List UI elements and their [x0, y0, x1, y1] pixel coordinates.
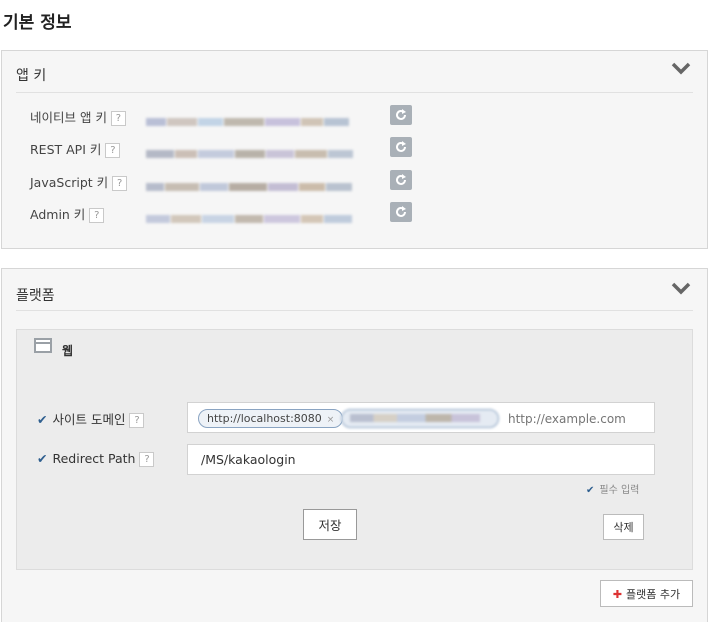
key-label: Admin 키? [30, 204, 105, 223]
native-app-key-row: 네이티브 앱 키? [30, 105, 430, 126]
check-icon: ✔ [37, 451, 48, 466]
site-domain-input[interactable]: http://localhost:8080 × [187, 402, 655, 433]
help-icon[interactable]: ? [110, 111, 126, 126]
domain-tag-text: http://localhost:8080 [207, 412, 322, 425]
key-label: REST API 키? [30, 139, 121, 158]
refresh-icon [396, 206, 406, 217]
redacted-key-value [146, 111, 358, 126]
web-platform-label: 웹 [62, 344, 74, 358]
required-note: ✔ 필수 입력 [586, 481, 639, 496]
refresh-icon [396, 109, 406, 120]
save-button[interactable]: 저장 [303, 509, 357, 540]
redacted-key-value [146, 208, 358, 223]
redirect-path-label-text: Redirect Path [52, 451, 136, 466]
required-note-text: 필수 입력 [599, 485, 640, 496]
check-icon: ✔ [586, 485, 595, 496]
check-icon: ✔ [37, 412, 48, 427]
app-keys-title: 앱 키 [16, 68, 47, 84]
refresh-key-button[interactable] [390, 202, 412, 222]
platform-title: 플랫폼 [16, 288, 55, 304]
domain-new-input[interactable] [508, 411, 648, 427]
plus-icon: ✚ [612, 587, 623, 601]
key-label: JavaScript 키? [30, 172, 128, 191]
rest-api-key-label: REST API 키 [30, 142, 102, 157]
browser-window-icon [34, 338, 52, 353]
chevron-down-icon[interactable] [671, 280, 691, 296]
page-title: 기본 정보 [3, 13, 72, 33]
domain-tag: http://localhost:8080 × [198, 409, 344, 428]
chevron-down-icon[interactable] [671, 60, 691, 76]
help-icon[interactable]: ? [89, 208, 105, 223]
refresh-key-button[interactable] [390, 105, 412, 125]
remove-tag-icon[interactable]: × [327, 415, 335, 425]
help-icon[interactable]: ? [139, 452, 155, 467]
site-domain-label: ✔ 사이트 도메인? [37, 409, 145, 428]
help-icon[interactable]: ? [112, 176, 128, 191]
platform-header: 플랫폼 [16, 269, 693, 311]
redacted-key-value [146, 176, 358, 191]
redacted-key-value [146, 143, 358, 158]
site-domain-label-text: 사이트 도메인 [52, 412, 126, 427]
app-keys-panel: 앱 키 네이티브 앱 키? REST API 키? JavaScript 키? … [1, 50, 708, 249]
javascript-key-label: JavaScript 키 [30, 175, 109, 190]
admin-key-label: Admin 키 [30, 207, 86, 222]
javascript-key-row: JavaScript 키? [30, 170, 430, 191]
platform-panel: 플랫폼 웹 ✔ 사이트 도메인? http://localhost:8080 × ✔… [1, 268, 708, 622]
admin-key-row: Admin 키? [30, 202, 430, 223]
help-icon[interactable]: ? [129, 413, 145, 428]
refresh-icon [396, 141, 406, 152]
refresh-key-button[interactable] [390, 170, 412, 190]
refresh-icon [396, 174, 406, 185]
refresh-key-button[interactable] [390, 137, 412, 157]
redirect-path-label: ✔ Redirect Path? [37, 451, 155, 467]
key-label: 네이티브 앱 키? [30, 107, 126, 126]
add-platform-button[interactable]: ✚ 플랫폼 추가 [600, 580, 693, 607]
domain-tag-redacted [341, 409, 499, 428]
web-platform-box: 웹 ✔ 사이트 도메인? http://localhost:8080 × ✔ Redi… [16, 329, 693, 570]
redirect-path-input[interactable] [187, 444, 655, 475]
delete-button[interactable]: 삭제 [603, 514, 644, 540]
add-platform-label: 플랫폼 추가 [626, 587, 681, 601]
app-keys-header: 앱 키 [16, 51, 693, 93]
rest-api-key-row: REST API 키? [30, 137, 430, 158]
native-app-key-label: 네이티브 앱 키 [30, 110, 107, 125]
help-icon[interactable]: ? [105, 143, 121, 158]
